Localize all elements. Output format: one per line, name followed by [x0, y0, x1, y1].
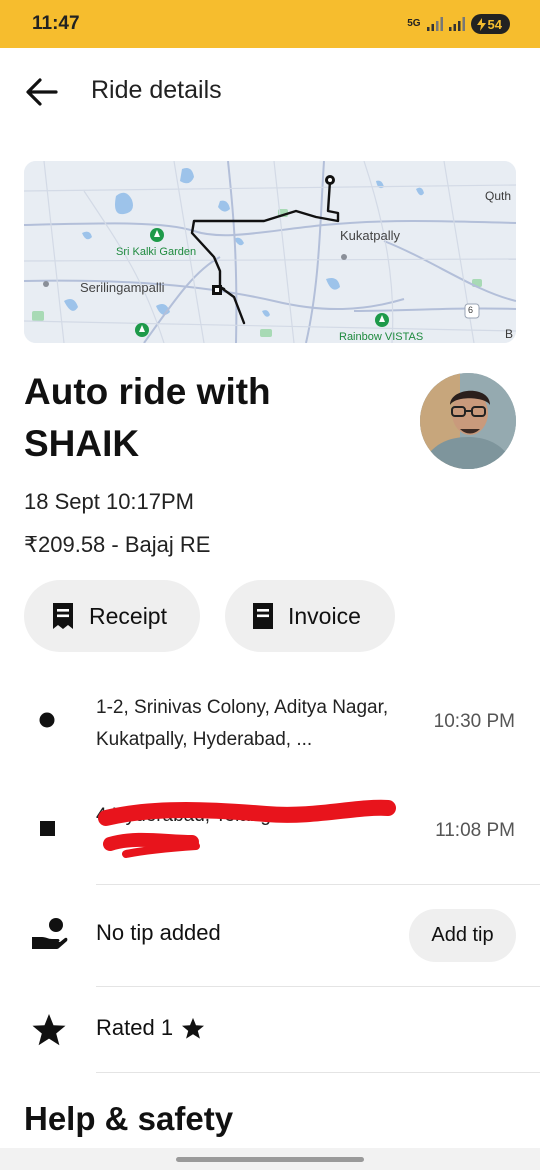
arrow-left-icon [26, 78, 58, 106]
route-map[interactable]: Sri Kalki Garden Serilingampalli Kukatpa… [24, 161, 516, 343]
pickup-time: 10:30 PM [433, 711, 515, 732]
add-tip-button[interactable]: Add tip [409, 909, 516, 962]
star-icon [32, 1014, 66, 1046]
signal-icon [426, 17, 443, 31]
map-label-edge: B [505, 327, 514, 341]
receipt-icon [53, 603, 73, 629]
map-label-sri-kalki-garden: Sri Kalki Garden [116, 246, 197, 258]
battery-level: 54 [487, 16, 502, 32]
back-button[interactable] [22, 72, 62, 112]
divider [96, 1072, 540, 1073]
page-title: Ride details [91, 76, 222, 104]
ride-heading: Auto ride with SHAIK [24, 371, 271, 464]
map-label-serilingampalli: Serilingampalli [80, 280, 165, 295]
pickup-dot-icon [39, 712, 55, 728]
tip-status: No tip added [96, 920, 221, 945]
rating-star-icon [182, 1017, 205, 1039]
signal-icon-secondary [448, 17, 465, 31]
receipt-button[interactable]: Receipt [24, 580, 200, 652]
invoice-button[interactable]: Invoice [225, 580, 395, 652]
dropoff-address: 4 Hyderabad, Telanga... [96, 800, 406, 832]
receipt-label: Receipt [89, 602, 167, 629]
driver-photo [420, 373, 516, 469]
dropoff-address-text: 4 Hyderabad, Telanga... [96, 805, 298, 826]
network-type-label: 5G [407, 18, 421, 29]
map-road-number: 6 [468, 305, 474, 315]
battery-indicator: 54 [470, 14, 510, 34]
map-label-quth: Quth [485, 189, 512, 203]
top-app-bar: Ride details [0, 48, 540, 138]
pickup-address: 1-2, Srinivas Colony, Aditya Nagar, Kuka… [96, 697, 389, 750]
driver-avatar[interactable] [420, 373, 516, 469]
dropoff-time: 11:08 PM [435, 820, 515, 841]
rating-label: Rated 1 [96, 1015, 174, 1040]
invoice-icon [253, 603, 273, 629]
map-background [24, 161, 516, 343]
divider [96, 986, 540, 987]
help-safety-heading: Help & safety [24, 1100, 234, 1137]
system-nav-bar [0, 1148, 540, 1170]
rating-row: Rated 1 [96, 1015, 205, 1041]
invoice-label: Invoice [288, 602, 361, 629]
divider [96, 884, 540, 885]
map-label-rainbow-vistas: Rainbow VISTAS [339, 331, 424, 343]
status-time: 11:47 [32, 13, 80, 34]
add-tip-label: Add tip [431, 924, 494, 946]
ride-fare: ₹209.58 - Bajaj RE [24, 532, 211, 557]
map-label-kukatpally: Kukatpally [340, 228, 400, 243]
hand-coin-icon [32, 918, 68, 949]
home-gesture-handle[interactable] [176, 1157, 364, 1162]
ride-date: 18 Sept 10:17PM [24, 489, 195, 514]
status-bar: 11:47 5G 54 [0, 0, 540, 48]
status-icons: 5G 54 [407, 14, 510, 34]
dropoff-square-icon [40, 821, 55, 836]
charging-bolt-icon [476, 17, 486, 31]
